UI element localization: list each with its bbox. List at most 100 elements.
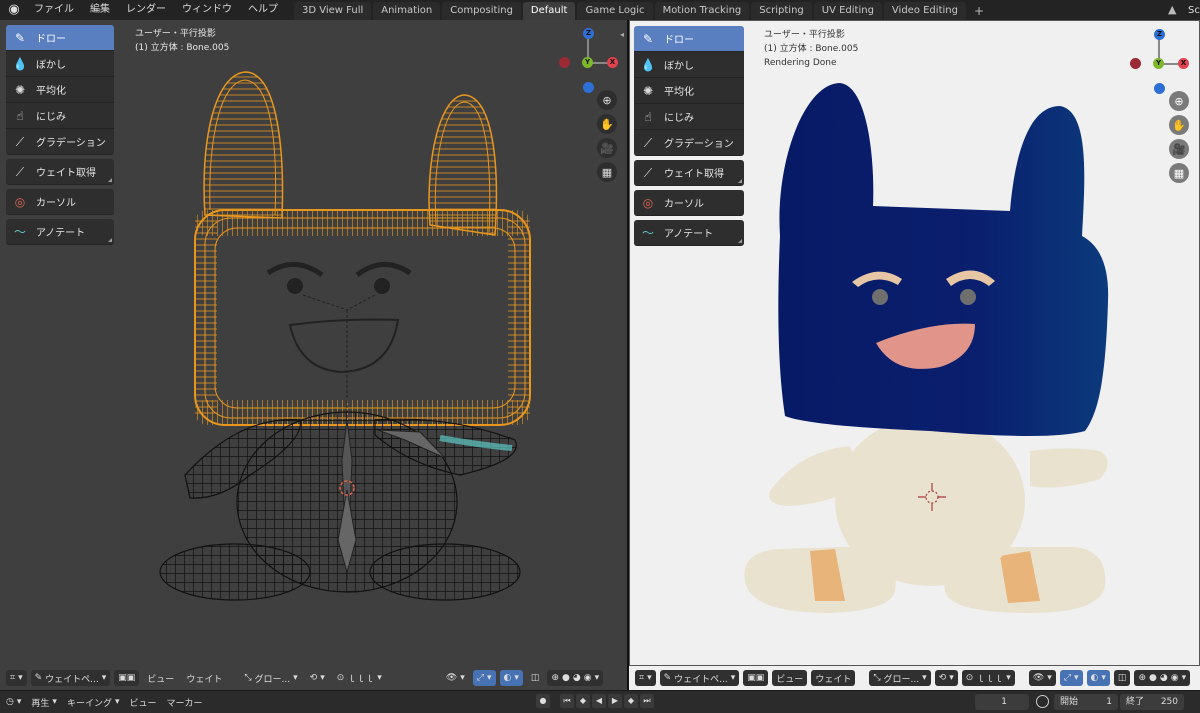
mask-toggle[interactable]: ▣▣ <box>743 670 769 686</box>
xray-toggle[interactable]: ◫ <box>1113 670 1131 686</box>
tool-gradient[interactable]: ⟋ グラデーション <box>634 130 744 156</box>
menu-help[interactable]: ヘルプ <box>240 0 286 20</box>
tab-animation[interactable]: Animation <box>373 2 441 20</box>
tool-sample-weight[interactable]: ⟋ ウェイト取得 <box>6 159 114 185</box>
tab-compositing[interactable]: Compositing <box>442 2 521 20</box>
gizmo-neg-x-axis[interactable] <box>559 57 570 68</box>
tab-uv-editing[interactable]: UV Editing <box>813 2 882 20</box>
collapse-arrow-icon[interactable]: ◂ <box>620 30 624 39</box>
area-divider[interactable] <box>627 20 629 713</box>
gizmo-y-axis[interactable]: Y <box>1153 58 1164 69</box>
snap-toggle[interactable]: ⊙ ｌｌｌ ▾ <box>961 670 1015 686</box>
timeline-editor-type[interactable]: ◷ ▾ <box>6 697 21 707</box>
pan-hand-icon[interactable]: ✋ <box>597 114 617 134</box>
preview-range-icon[interactable] <box>1036 695 1049 708</box>
tab-default[interactable]: Default <box>522 2 576 20</box>
shading-modes[interactable]: ⊕ ● ◕ ◉ ▾ <box>547 670 604 686</box>
play-icon[interactable]: ▶ <box>608 694 622 708</box>
viewport-right[interactable]: ✎ ドロー 💧 ぼかし ✺ 平均化 ☝ にじみ ⟋ グラデーション ⟋ ウェイト… <box>629 20 1200 666</box>
gizmo-x-axis[interactable]: X <box>1178 58 1189 69</box>
mask-toggle[interactable]: ▣▣ <box>114 670 140 686</box>
gizmo-toggle[interactable]: ⤢ ▾ <box>472 670 496 686</box>
navigation-gizmo-right[interactable]: Z X Y <box>1124 27 1194 97</box>
menu-window[interactable]: ウィンドウ <box>174 0 240 20</box>
tab-motion-tracking[interactable]: Motion Tracking <box>654 2 750 20</box>
blender-logo-icon[interactable]: ◉ <box>6 2 22 18</box>
keying-menu[interactable]: キーイング ▾ <box>67 696 120 709</box>
view-menu[interactable]: ビュー <box>143 670 178 686</box>
editor-type-button[interactable]: ⌗ ▾ <box>6 670 27 686</box>
tool-cursor[interactable]: ◎ カーソル <box>634 190 744 216</box>
cursor-icon: ◎ <box>14 194 26 209</box>
scene-selector[interactable]: ▲ Sc <box>1168 0 1200 20</box>
pan-hand-icon[interactable]: ✋ <box>1169 115 1189 135</box>
navigation-gizmo-left[interactable]: Z X Y <box>553 26 623 96</box>
zoom-icon[interactable]: ⊕ <box>597 90 617 110</box>
tool-blur[interactable]: 💧 ぼかし <box>634 52 744 78</box>
gizmo-x-axis[interactable]: X <box>607 57 618 68</box>
overlay-toggle[interactable]: ◐ ▾ <box>499 670 523 686</box>
marker-menu[interactable]: マーカー <box>167 696 203 709</box>
tool-gradient[interactable]: ⟋ グラデーション <box>6 129 114 155</box>
jump-start-icon[interactable]: ⏮ <box>560 694 574 708</box>
tool-smear[interactable]: ☝ にじみ <box>634 104 744 130</box>
mode-dropdown[interactable]: ✎ ウェイトペ... ▾ <box>30 670 111 686</box>
gizmo-z-axis[interactable]: Z <box>1154 29 1165 40</box>
tab-scripting[interactable]: Scripting <box>751 2 812 20</box>
tool-smear[interactable]: ☝ にじみ <box>6 103 114 129</box>
snap-toggle[interactable]: ⊙ ｌｌｌ ▾ <box>333 670 386 686</box>
camera-icon[interactable]: 🎥 <box>597 138 617 158</box>
add-workspace-button[interactable]: + <box>968 2 990 20</box>
gizmo-neg-x-axis[interactable] <box>1130 58 1141 69</box>
grid-ortho-icon[interactable]: ▦ <box>1169 163 1189 183</box>
end-frame-field[interactable]: 終了 250 <box>1120 694 1184 710</box>
grid-ortho-icon[interactable]: ▦ <box>597 162 617 182</box>
menu-edit[interactable]: 編集 <box>82 0 118 20</box>
gizmo-neg-z-axis[interactable] <box>583 82 594 93</box>
tool-blur[interactable]: 💧 ぼかし <box>6 51 114 77</box>
zoom-icon[interactable]: ⊕ <box>1169 91 1189 111</box>
pivot-dropdown[interactable]: ⟲ ▾ <box>306 670 329 686</box>
camera-icon[interactable]: 🎥 <box>1169 139 1189 159</box>
pivot-dropdown[interactable]: ⟲ ▾ <box>934 670 958 686</box>
editor-type-button[interactable]: ⌗ ▾ <box>635 670 656 686</box>
overlay-toggle[interactable]: ◐ ▾ <box>1086 670 1110 686</box>
tool-annotate[interactable]: 〜 アノテート <box>634 220 744 246</box>
visibility-dropdown[interactable]: 👁 ▾ <box>442 670 469 686</box>
menu-render[interactable]: レンダー <box>118 0 174 20</box>
tab-game-logic[interactable]: Game Logic <box>577 2 653 20</box>
tool-draw[interactable]: ✎ ドロー <box>6 25 114 51</box>
orientation-dropdown[interactable]: ⤡ グロー... ▾ <box>869 670 931 686</box>
jump-end-icon[interactable]: ⏭ <box>640 694 654 708</box>
tab-3d-view-full[interactable]: 3D View Full <box>294 2 372 20</box>
mode-dropdown[interactable]: ✎ ウェイトペ... ▾ <box>659 670 740 686</box>
view-menu[interactable]: ビュー <box>772 670 808 686</box>
tool-annotate[interactable]: 〜 アノテート <box>6 219 114 245</box>
play-reverse-icon[interactable]: ◀ <box>592 694 606 708</box>
tool-cursor[interactable]: ◎ カーソル <box>6 189 114 215</box>
next-keyframe-icon[interactable]: ◆ <box>624 694 638 708</box>
tool-average[interactable]: ✺ 平均化 <box>634 78 744 104</box>
playback-menu[interactable]: 再生 ▾ <box>31 696 57 709</box>
gizmo-neg-z-axis[interactable] <box>1154 83 1165 94</box>
gizmo-y-axis[interactable]: Y <box>582 57 593 68</box>
gizmo-toggle[interactable]: ⤢ ▾ <box>1059 670 1083 686</box>
timeline-view-menu[interactable]: ビュー <box>129 696 156 709</box>
start-frame-field[interactable]: 開始 1 <box>1054 694 1118 710</box>
weight-menu[interactable]: ウェイト <box>811 670 856 686</box>
shading-modes[interactable]: ⊕ ● ◕ ◉ ▾ <box>1134 670 1191 686</box>
tool-sample-weight[interactable]: ⟋ ウェイト取得 <box>634 160 744 186</box>
visibility-dropdown[interactable]: 👁 ▾ <box>1028 670 1056 686</box>
tab-video-editing[interactable]: Video Editing <box>883 2 966 20</box>
xray-toggle[interactable]: ◫ <box>527 670 544 686</box>
gizmo-z-axis[interactable]: Z <box>583 28 594 39</box>
tool-average[interactable]: ✺ 平均化 <box>6 77 114 103</box>
weight-menu[interactable]: ウェイト <box>182 670 226 686</box>
prev-keyframe-icon[interactable]: ◆ <box>576 694 590 708</box>
menu-file[interactable]: ファイル <box>26 0 82 20</box>
orientation-dropdown[interactable]: ⤡ グロー... ▾ <box>240 670 301 686</box>
current-frame-field[interactable]: 1 <box>975 694 1029 710</box>
tool-draw[interactable]: ✎ ドロー <box>634 26 744 52</box>
viewport-left[interactable]: ✎ ドロー 💧 ぼかし ✺ 平均化 ☝ にじみ ⟋ グラデーション ⟋ ウェイト… <box>0 20 627 666</box>
record-icon[interactable]: ● <box>536 694 550 708</box>
